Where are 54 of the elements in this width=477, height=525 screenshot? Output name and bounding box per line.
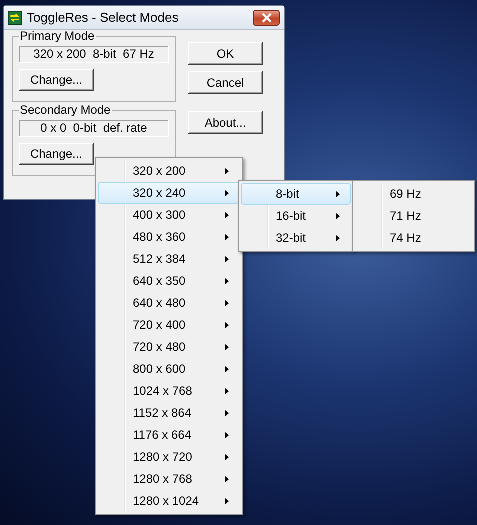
mode-display: 0 x 0 0-bit def. rate [19, 120, 169, 137]
menu-item[interactable]: 1152 x 864 [98, 402, 240, 424]
menu-item[interactable]: 480 x 360 [98, 226, 240, 248]
menu-item[interactable]: 800 x 600 [98, 358, 240, 380]
submenu-arrow-icon [225, 322, 229, 328]
submenu-arrow-icon [225, 432, 229, 438]
submenu-arrow-icon [225, 366, 229, 372]
dialog-button[interactable]: Cancel [188, 71, 263, 94]
menu-item[interactable]: 720 x 400 [98, 314, 240, 336]
submenu-arrow-icon [225, 410, 229, 416]
submenu-arrow-icon [225, 388, 229, 394]
menu-item[interactable]: 640 x 350 [98, 270, 240, 292]
submenu-arrow-icon [336, 234, 340, 242]
submenu-arrow-icon [225, 344, 229, 350]
menu-item[interactable]: 1280 x 1024 [98, 490, 240, 512]
window-title: ToggleRes - Select Modes [27, 10, 180, 25]
menu-item[interactable]: 8-bit [241, 183, 351, 205]
submenu-arrow-icon [225, 234, 229, 240]
submenu-arrow-icon [225, 476, 229, 482]
menu-item[interactable]: 640 x 480 [98, 292, 240, 314]
menu-item[interactable]: 69 Hz [355, 183, 472, 205]
menu-item[interactable]: 1280 x 720 [98, 446, 240, 468]
menu-item[interactable]: 74 Hz [355, 227, 472, 249]
menu-item[interactable]: 320 x 240 [98, 182, 240, 204]
submenu-arrow-icon [225, 278, 229, 284]
menu-item[interactable]: 1280 x 768 [98, 468, 240, 490]
group-label: Secondary Mode [19, 104, 112, 117]
dialog-button[interactable]: About... [188, 111, 263, 134]
menu-item[interactable]: 400 x 300 [98, 204, 240, 226]
change-button[interactable]: Change... [19, 69, 94, 91]
menu-item[interactable]: 720 x 480 [98, 336, 240, 358]
submenu-arrow-icon [336, 212, 340, 220]
mode-display: 320 x 200 8-bit 67 Hz [19, 46, 169, 63]
submenu-arrow-icon [225, 168, 229, 174]
submenu-arrow-icon [225, 498, 229, 504]
close-icon [262, 12, 272, 22]
group-label: Primary Mode [19, 30, 96, 43]
change-button[interactable]: Change... [19, 143, 94, 165]
menu-item[interactable]: 16-bit [241, 205, 351, 227]
menu-item[interactable]: 320 x 200 [98, 160, 240, 182]
close-button[interactable] [253, 10, 280, 26]
submenu-arrow-icon [225, 212, 229, 218]
submenu-arrow-icon [225, 190, 229, 196]
arrows-icon [8, 10, 22, 24]
dialog-button[interactable]: OK [188, 42, 263, 65]
submenu-arrow-icon [225, 300, 229, 306]
submenu-arrow-icon [225, 454, 229, 460]
menu-item[interactable]: 1024 x 768 [98, 380, 240, 402]
submenu-arrow-icon [336, 190, 340, 198]
menu-item[interactable]: 1176 x 664 [98, 424, 240, 446]
menu-item[interactable]: 32-bit [241, 227, 351, 249]
submenu-arrow-icon [225, 256, 229, 262]
menu-item[interactable]: 512 x 384 [98, 248, 240, 270]
menu-item[interactable]: 71 Hz [355, 205, 472, 227]
